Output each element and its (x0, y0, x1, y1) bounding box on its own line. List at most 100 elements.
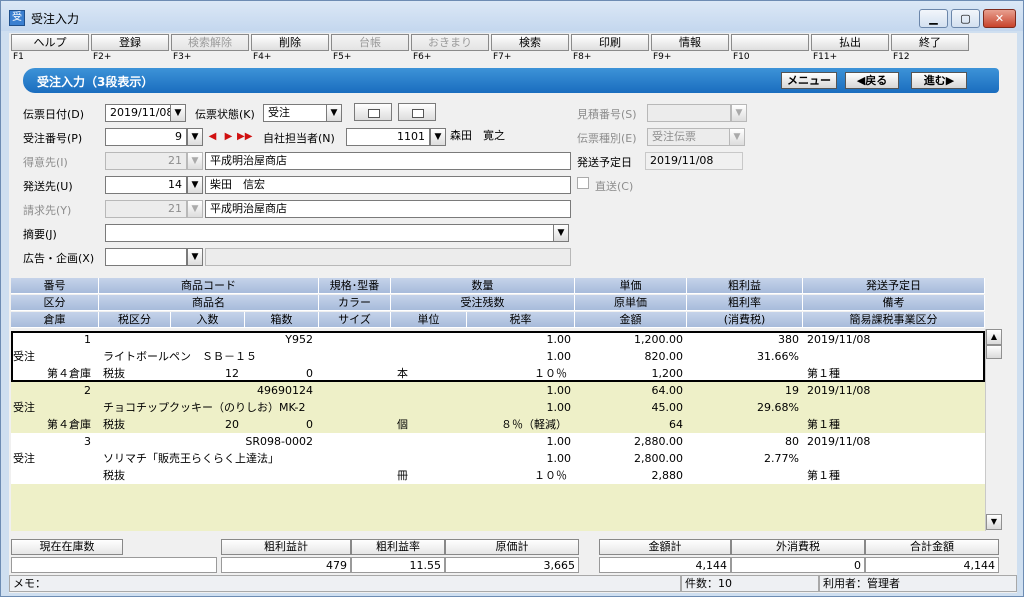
col-header[interactable]: 番号 (11, 278, 99, 294)
fkey-button[interactable]: 検索解除 (171, 34, 249, 51)
cell-code[interactable]: 49690124 (99, 382, 313, 399)
cell-irisu[interactable] (171, 467, 239, 484)
cell-price[interactable]: 64.00 (575, 382, 684, 399)
col-header[interactable]: 原単価 (575, 295, 687, 311)
slip-status-dropdown[interactable]: ▼ (326, 104, 342, 122)
fkey-9[interactable]: 情報 F9+ (649, 33, 729, 65)
col-header[interactable]: 区分 (11, 295, 99, 311)
cell-taxrate[interactable]: １０％ (467, 365, 567, 382)
cell-unit[interactable]: 個 (397, 416, 457, 433)
fkey-button[interactable]: 払出 (811, 34, 889, 51)
col-header[interactable]: 簡易課税事業区分 (803, 312, 985, 328)
fkey-2[interactable]: 登録 F2+ (89, 33, 169, 65)
cell-qty[interactable]: 1.00 (391, 382, 572, 399)
col-header[interactable]: 箱数 (245, 312, 319, 328)
cell-box[interactable]: 0 (245, 416, 313, 433)
staff-code-field[interactable]: 1101 (346, 128, 430, 146)
cell-name[interactable]: ソリマチ「販売王らくらく上達法」 (103, 450, 403, 467)
cell-date[interactable]: 2019/11/08 (807, 331, 977, 348)
col-header[interactable]: 粗利益 (687, 278, 803, 294)
scroll-down-icon[interactable]: ▼ (986, 514, 1002, 530)
fkey-button[interactable]: おきまり (411, 34, 489, 51)
cell-code[interactable]: Y952 (99, 331, 313, 348)
fkey-button[interactable]: 情報 (651, 34, 729, 51)
col-header[interactable]: (消費税) (687, 312, 803, 328)
cell-remain[interactable]: 1.00 (391, 399, 572, 416)
fkey-11[interactable]: 払出 F11+ (809, 33, 889, 65)
menu-button[interactable]: メニュー (781, 72, 837, 89)
direct-ship-checkbox[interactable] (577, 177, 589, 189)
cell-taxrate[interactable]: １０％ (467, 467, 567, 484)
fkey-8[interactable]: 印刷 F8+ (569, 33, 649, 65)
cell-date[interactable]: 2019/11/08 (807, 382, 977, 399)
fkey-button[interactable]: 検索 (491, 34, 569, 51)
cell-irisu[interactable]: 20 (171, 416, 239, 433)
fkey-button[interactable]: 印刷 (571, 34, 649, 51)
col-header[interactable]: 商品名 (99, 295, 319, 311)
memo-dropdown[interactable]: ▼ (553, 224, 569, 242)
col-header[interactable]: 受注残数 (391, 295, 575, 311)
cell-irisu[interactable]: 12 (171, 365, 239, 382)
cell-rate[interactable]: 29.68% (687, 399, 799, 416)
ship-to-search[interactable]: ▼ (187, 176, 203, 194)
cell-amount[interactable]: 1,200 (575, 365, 684, 382)
cell-date[interactable]: 2019/11/08 (807, 433, 977, 450)
fkey-1[interactable]: ヘルプ F1 (9, 33, 89, 65)
cell-amount[interactable]: 64 (575, 416, 683, 433)
col-header[interactable]: 数量 (391, 278, 575, 294)
cell-no[interactable]: 1 (11, 331, 91, 348)
cell-biz[interactable]: 第１種 (807, 416, 977, 433)
cell-cost[interactable]: 45.00 (575, 399, 684, 416)
fkey-button[interactable]: ヘルプ (11, 34, 89, 51)
cell-kubun[interactable]: 受注 (13, 450, 93, 467)
memo-select[interactable] (105, 224, 555, 242)
fkey-button[interactable]: 登録 (91, 34, 169, 51)
cell-cost[interactable]: 2,800.00 (575, 450, 683, 467)
back-button[interactable]: ◀戻る (845, 72, 899, 89)
cell-tax[interactable]: 税抜 (103, 416, 169, 433)
fkey-button[interactable] (731, 34, 809, 51)
cell-no[interactable]: 2 (11, 382, 91, 399)
col-header[interactable]: 単価 (575, 278, 687, 294)
reference-button-1[interactable] (354, 103, 392, 121)
col-header[interactable]: 商品コード (99, 278, 319, 294)
col-header[interactable]: 金額 (575, 312, 687, 328)
cell-biz[interactable]: 第１種 (807, 467, 977, 484)
fkey-12[interactable]: 終了 F12 (889, 33, 969, 65)
slip-date-field[interactable]: 2019/11/08 (105, 104, 171, 122)
col-header[interactable]: 備考 (803, 295, 985, 311)
cell-tax[interactable]: 税抜 (103, 467, 169, 484)
fkey-3[interactable]: 検索解除 F3+ (169, 33, 249, 65)
fkey-6[interactable]: おきまり F6+ (409, 33, 489, 65)
cell-box[interactable] (245, 467, 313, 484)
ship-to-code-field[interactable]: 14 (105, 176, 187, 194)
col-header[interactable]: 規格･型番 (319, 278, 391, 294)
ad-campaign-search[interactable]: ▼ (187, 248, 203, 266)
fkey-7[interactable]: 検索 F7+ (489, 33, 569, 65)
cell-code[interactable]: SR098-0002 (99, 433, 313, 450)
bill-to-name-field[interactable]: 平成明治屋商店 (205, 200, 571, 218)
col-header[interactable]: サイズ (319, 312, 391, 328)
col-header[interactable]: 発送予定日 (803, 278, 985, 294)
order-no-field[interactable]: 9 (105, 128, 187, 146)
grid-scrollbar[interactable]: ▲ ▼ (985, 329, 1002, 531)
customer-name-field[interactable]: 平成明治屋商店 (205, 152, 571, 170)
next-button[interactable]: 進む▶ (911, 72, 967, 89)
empty-row[interactable] (11, 518, 985, 531)
cell-profit[interactable]: 380 (687, 331, 799, 348)
empty-row[interactable] (11, 484, 985, 501)
cell-rate[interactable]: 31.66% (687, 348, 799, 365)
col-header[interactable]: 単位 (391, 312, 467, 328)
cell-price[interactable]: 1,200.00 (575, 331, 683, 348)
cell-biz[interactable]: 第１種 (807, 365, 977, 382)
maximize-button[interactable]: ▢ (951, 9, 980, 28)
cell-tax[interactable]: 税抜 (103, 365, 169, 382)
cell-unit[interactable]: 冊 (397, 467, 457, 484)
cell-wh[interactable]: 第４倉庫 (11, 416, 91, 433)
scroll-up-icon[interactable]: ▲ (986, 329, 1002, 345)
cell-qty[interactable]: 1.00 (391, 433, 572, 450)
cell-no[interactable]: 3 (11, 433, 91, 450)
cell-wh[interactable]: 第４倉庫 (11, 365, 91, 382)
scroll-thumb[interactable] (986, 345, 1002, 359)
col-header[interactable]: 税区分 (99, 312, 171, 328)
